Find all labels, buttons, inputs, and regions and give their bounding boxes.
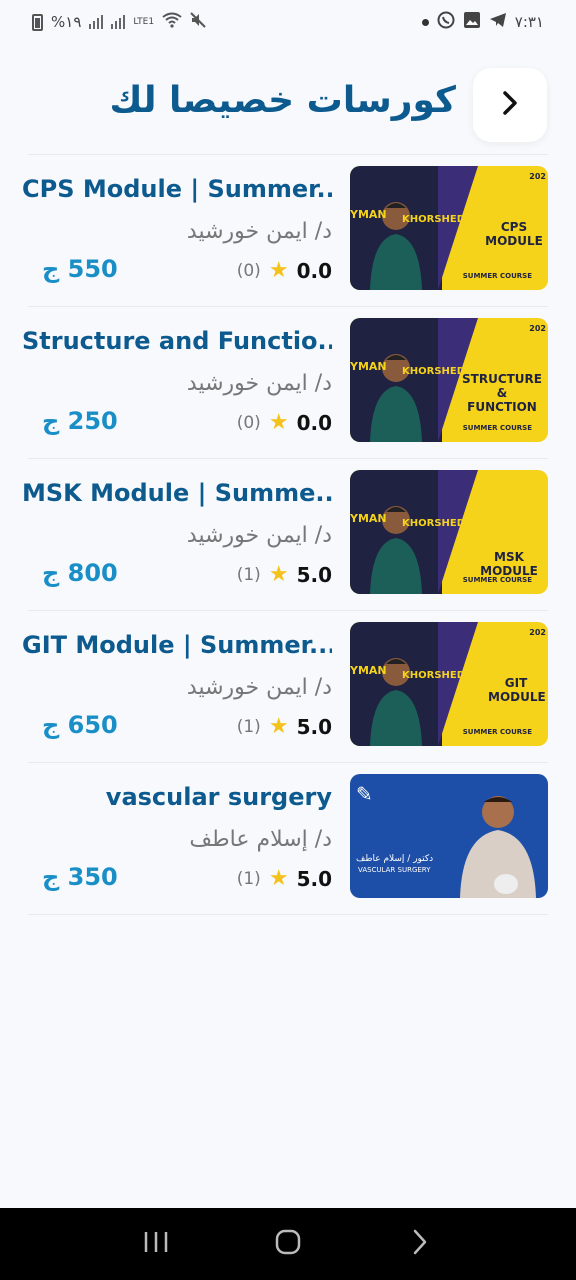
rating-count: (1) [236,717,261,737]
rating: (0) ★ 0.0 [237,259,332,283]
instructor-name: د/ ايمن خورشيد [186,523,332,548]
signal-icon-2 [111,15,126,29]
course-price: 250 ج [42,407,118,435]
wifi-icon [162,12,182,32]
course-thumbnail: ✎ دكتور / إسلام عاطف VASCULAR SURGERY [350,774,548,898]
instructor-name: د/ ايمن خورشيد [186,675,332,700]
rating-value: 5.0 [296,715,332,739]
rating-value: 0.0 [296,411,332,435]
course-price: 800 ج [42,559,118,587]
status-bar: %١٩ LTE1 ٧:٣١ [0,0,576,44]
course-card-cps[interactable]: YMAN KHORSHED 202 CPS MODULE SUMMER COUR… [22,155,548,307]
recents-icon [143,1230,169,1258]
star-icon: ★ [268,866,289,891]
chevron-right-icon [499,90,521,120]
instructor-name: د/ إسلام عاطف [189,827,332,852]
rating: (1) ★ 5.0 [237,867,332,891]
back-button[interactable] [473,68,547,142]
course-title: CPS Module | Summer... [22,175,332,203]
status-left: %١٩ LTE1 [32,12,206,32]
course-card-git[interactable]: YMAN KHORSHED 202 GIT MODULE SUMMER COUR… [22,611,548,763]
course-price: 550 ج [42,255,118,283]
rating-count: (1) [236,869,261,889]
notification-dot-icon [421,18,429,26]
course-price: 650 ج [42,711,118,739]
rating-count: (1) [236,565,261,585]
course-title: vascular surgery [105,783,332,811]
star-icon: ★ [268,258,289,283]
telegram-icon [489,11,507,33]
whatsapp-icon [437,11,455,33]
course-price: 350 ج [42,863,118,891]
network-type: LTE1 [133,16,155,27]
course-thumbnail: YMAN KHORSHED 202 GIT MODULE SUMMER COUR… [350,622,548,746]
course-thumbnail: YMAN KHORSHED 202 CPS MODULE SUMMER COUR… [350,166,548,290]
gallery-icon [463,11,481,33]
rating-value: 5.0 [296,563,332,587]
home-icon [274,1228,302,1260]
rating: (1) ★ 5.0 [237,563,332,587]
course-title: Structure and Functio... [22,327,332,355]
rating-count: (0) [236,261,261,281]
course-card-msk[interactable]: YMAN KHORSHED MSK MODULE SUMMER COURSE M… [22,459,548,611]
battery-percent: %١٩ [51,13,82,31]
mute-icon [190,12,206,32]
course-thumbnail: YMAN KHORSHED MSK MODULE SUMMER COURSE [350,470,548,594]
home-button[interactable] [258,1214,318,1274]
instructor-name: د/ ايمن خورشيد [186,371,332,396]
back-icon [411,1228,429,1260]
header: كورسات خصيصا لك [0,66,576,142]
rating-count: (0) [236,413,261,433]
course-card-vascular[interactable]: ✎ دكتور / إسلام عاطف VASCULAR SURGERY va… [28,763,548,915]
rating-value: 5.0 [296,867,332,891]
star-icon: ★ [268,410,289,435]
status-right: ٧:٣١ [421,11,544,33]
instructor-name: د/ ايمن خورشيد [186,219,332,244]
recents-button[interactable] [126,1214,186,1274]
rating: (0) ★ 0.0 [237,411,332,435]
course-card-structure[interactable]: YMAN KHORSHED 202 STRUCTURE & FUNCTION S… [22,307,548,459]
course-title: MSK Module | Summe... [22,479,332,507]
clock-time: ٧:٣١ [514,13,544,31]
signal-icon [89,15,104,29]
course-title: GIT Module | Summer... [22,631,332,659]
course-thumbnail: YMAN KHORSHED 202 STRUCTURE & FUNCTION S… [350,318,548,442]
rating-value: 0.0 [296,259,332,283]
system-nav-bar [0,1208,576,1280]
star-icon: ★ [268,562,289,587]
page-title: كورسات خصيصا لك [109,80,456,121]
battery-icon [32,13,43,31]
back-nav-button[interactable] [390,1214,450,1274]
star-icon: ★ [268,714,289,739]
rating: (1) ★ 5.0 [237,715,332,739]
course-list: YMAN KHORSHED 202 CPS MODULE SUMMER COUR… [22,154,548,915]
logo-icon: ✎ [356,782,373,806]
